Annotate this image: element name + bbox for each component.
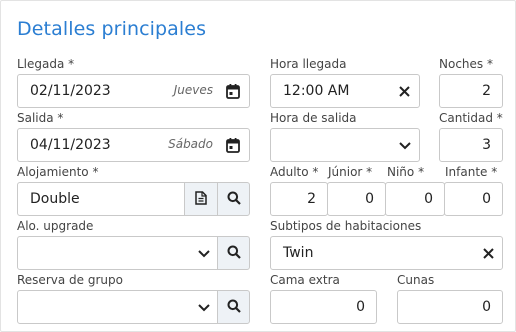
nights-value: 2 (482, 83, 491, 99)
accommodation-details-button[interactable] (184, 182, 218, 216)
chevron-down-icon[interactable] (197, 247, 211, 261)
accommodation-value: Double (30, 191, 80, 207)
search-icon (227, 244, 241, 263)
document-icon (195, 190, 207, 209)
departure-date-value: 04/11/2023 (30, 137, 111, 153)
child-value: 0 (424, 191, 433, 207)
search-icon (227, 190, 241, 209)
departure-time-select[interactable] (270, 128, 420, 162)
arrival-label: Llegada * (17, 57, 75, 71)
arrival-time-label: Hora llegada (270, 57, 347, 71)
arrival-date-value: 02/11/2023 (30, 83, 111, 99)
junior-input[interactable]: 0 (327, 182, 386, 216)
cribs-input[interactable]: 0 (397, 290, 503, 324)
upgrade-label: Alo. upgrade (17, 219, 94, 233)
calendar-icon[interactable] (224, 136, 242, 154)
cribs-label: Cunas (397, 273, 435, 287)
nights-label: Noches * (439, 57, 493, 71)
extra-bed-value: 0 (356, 299, 365, 315)
section-title: Detalles principales (17, 18, 207, 40)
nights-input[interactable]: 2 (439, 74, 503, 108)
departure-time-label: Hora de salida (270, 111, 357, 125)
accommodation-field[interactable]: Double (17, 182, 185, 216)
infant-label: Infante * (445, 165, 498, 179)
junior-value: 0 (365, 191, 374, 207)
group-booking-select[interactable] (17, 290, 218, 324)
adult-label: Adulto * (270, 165, 319, 179)
search-icon (227, 298, 241, 317)
accommodation-search-button[interactable] (217, 182, 250, 216)
child-label: Niño * (387, 165, 425, 179)
adult-value: 2 (307, 191, 316, 207)
extra-bed-label: Cama extra (270, 273, 340, 287)
room-subtypes-value: Twin (283, 245, 314, 261)
group-booking-search-button[interactable] (217, 290, 250, 324)
arrival-date-field[interactable]: 02/11/2023 Jueves (17, 74, 250, 108)
group-booking-label: Reserva de grupo (17, 273, 123, 287)
room-subtypes-label: Subtipos de habitaciones (270, 219, 422, 233)
quantity-label: Cantidad * (439, 111, 503, 125)
quantity-input[interactable]: 3 (439, 128, 503, 162)
arrival-time-value: 12:00 AM (283, 83, 350, 99)
cribs-value: 0 (482, 299, 491, 315)
accommodation-label: Alojamiento * (17, 165, 99, 179)
infant-input[interactable]: 0 (444, 182, 503, 216)
junior-label: Júnior * (328, 165, 373, 179)
departure-date-field[interactable]: 04/11/2023 Sábado (17, 128, 250, 162)
main-details-panel: Detalles principales Llegada * 02/11/202… (0, 0, 516, 332)
room-subtypes-field[interactable]: Twin (270, 236, 503, 270)
departure-weekday: Sábado (168, 137, 213, 151)
arrival-time-field[interactable]: 12:00 AM (270, 74, 420, 108)
upgrade-search-button[interactable] (217, 236, 250, 270)
chevron-down-icon[interactable] (197, 301, 211, 315)
close-icon[interactable] (397, 84, 411, 98)
upgrade-select[interactable] (17, 236, 218, 270)
close-icon[interactable] (481, 246, 495, 260)
adult-input[interactable]: 2 (270, 182, 328, 216)
departure-label: Salida * (17, 111, 64, 125)
arrival-weekday: Jueves (173, 83, 213, 97)
extra-bed-input[interactable]: 0 (270, 290, 377, 324)
calendar-icon[interactable] (224, 82, 242, 100)
child-input[interactable]: 0 (385, 182, 445, 216)
infant-value: 0 (482, 191, 491, 207)
quantity-value: 3 (482, 137, 491, 153)
chevron-down-icon[interactable] (398, 139, 412, 153)
